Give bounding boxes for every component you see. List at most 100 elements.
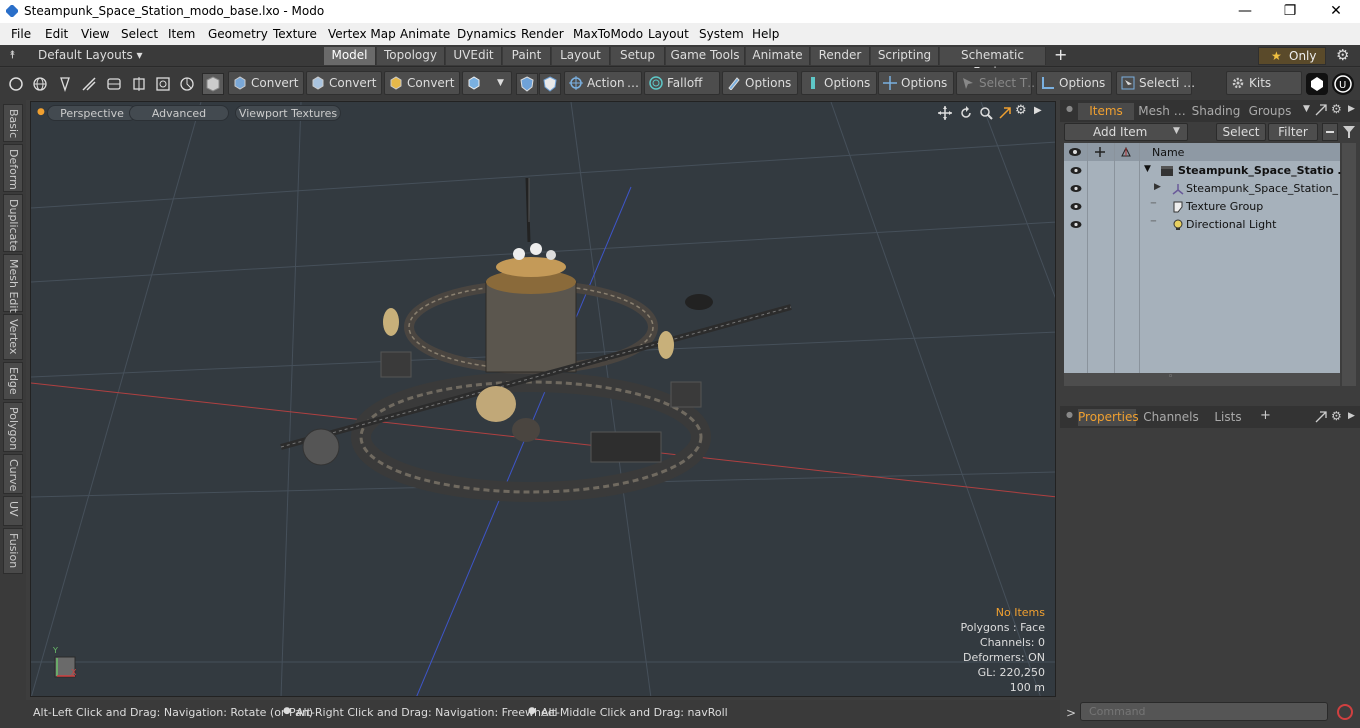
tab-lists[interactable]: Lists: [1204, 409, 1252, 426]
circle-select-icon[interactable]: [8, 76, 24, 92]
convert-button-3[interactable]: Convert: [384, 71, 460, 95]
tab-schematic-fusion[interactable]: Schematic Fusion: [940, 47, 1046, 79]
list-item-scene[interactable]: ▼ Steampunk_Space_Statio …: [1064, 162, 1349, 180]
tab-curve[interactable]: Curve: [3, 454, 23, 494]
tab-topology[interactable]: Topology: [377, 47, 445, 65]
tab-items[interactable]: Items: [1078, 103, 1134, 120]
add-item-dropdown[interactable]: Add Item ▼: [1064, 123, 1188, 141]
tab-model[interactable]: Model: [324, 47, 376, 65]
viewport-tab-perspective[interactable]: Perspective: [47, 105, 137, 121]
convert-button-1[interactable]: Convert: [228, 71, 304, 95]
tab-mesh-edit[interactable]: Mesh Edit: [3, 254, 23, 313]
filter-button[interactable]: Filter: [1268, 123, 1318, 141]
unreal-button[interactable]: U: [1332, 73, 1354, 95]
tab-deform[interactable]: Deform: [3, 144, 23, 192]
panel-maximize-icon[interactable]: [1315, 411, 1327, 423]
maximize-button[interactable]: ❐: [1267, 0, 1313, 23]
panel-maximize-icon[interactable]: [1315, 104, 1327, 116]
falloff-button[interactable]: Falloff: [644, 71, 720, 95]
visibility-eye-icon[interactable]: [1070, 184, 1082, 193]
tab-channels[interactable]: Channels: [1140, 409, 1202, 426]
list-item-directional-light[interactable]: ╶╴ Directional Light: [1064, 216, 1340, 234]
vertex-tool-icon[interactable]: [57, 76, 73, 92]
convert-button-2[interactable]: Convert: [306, 71, 382, 95]
tab-basic[interactable]: Basic: [3, 104, 23, 142]
menu-item[interactable]: Item: [168, 27, 195, 41]
tab-setup[interactable]: Setup: [611, 47, 665, 65]
select-button[interactable]: Select: [1216, 123, 1266, 141]
list-item-texture-group[interactable]: ╶╴ Texture Group: [1064, 198, 1340, 216]
tab-shading[interactable]: Shading: [1190, 103, 1242, 120]
tab-render[interactable]: Render: [811, 47, 870, 65]
edge-tool-icon[interactable]: [81, 76, 97, 92]
menu-dynamics[interactable]: Dynamics: [457, 27, 516, 41]
viewport-menu-dot-icon[interactable]: ●: [37, 107, 45, 117]
items-horizontal-scrollbar[interactable]: ◦: [1064, 372, 1340, 386]
panel-arrow-icon[interactable]: ▶: [1348, 411, 1355, 421]
default-layouts-dropdown[interactable]: Default Layouts ▾: [38, 48, 143, 62]
pan-icon[interactable]: [938, 106, 952, 120]
axes-icon[interactable]: [1120, 146, 1132, 158]
tab-layout[interactable]: Layout: [552, 47, 610, 65]
zoom-icon[interactable]: [979, 106, 993, 120]
items-vertical-scrollbar[interactable]: [1342, 143, 1356, 386]
viewport-expand-arrow-icon[interactable]: ▶: [1034, 105, 1042, 116]
tab-polygon[interactable]: Polygon: [3, 402, 23, 452]
collapse-arrow-icon[interactable]: ⯭: [9, 48, 16, 62]
action-center-button[interactable]: Action …: [564, 71, 642, 95]
menu-render[interactable]: Render: [521, 27, 564, 41]
close-button[interactable]: ✕: [1313, 0, 1359, 23]
kits-button[interactable]: Kits: [1226, 71, 1302, 95]
menu-animate[interactable]: Animate: [400, 27, 450, 41]
only-toggle[interactable]: ★ Only: [1258, 47, 1326, 65]
tab-uv[interactable]: UV: [3, 496, 23, 526]
visibility-eye-icon[interactable]: [1070, 166, 1082, 175]
gear-icon[interactable]: ⚙: [1336, 46, 1349, 64]
options-button-4[interactable]: Options: [1036, 71, 1112, 95]
menu-edit[interactable]: Edit: [45, 27, 68, 41]
add-panel-tab-button[interactable]: +: [1260, 408, 1271, 423]
menu-layout[interactable]: Layout: [648, 27, 689, 41]
tab-fusion[interactable]: Fusion: [3, 528, 23, 574]
selection-sets-button[interactable]: Selecti …: [1116, 71, 1195, 95]
menu-file[interactable]: File: [11, 27, 31, 41]
tab-edge[interactable]: Edge: [3, 362, 23, 400]
viewport-tab-advanced[interactable]: Advanced: [129, 105, 229, 121]
tab-scripting[interactable]: Scripting: [871, 47, 939, 65]
command-history-icon[interactable]: [1336, 703, 1354, 721]
maximize-viewport-icon[interactable]: [998, 106, 1012, 120]
tab-game-tools[interactable]: Game Tools: [666, 47, 745, 65]
viewport-tab-textures[interactable]: Viewport Textures: [235, 105, 341, 121]
menu-maxtomodo[interactable]: MaxToModo: [573, 27, 643, 41]
minimize-button[interactable]: —: [1222, 0, 1268, 23]
tabs-dropdown-icon[interactable]: ▼: [1303, 104, 1310, 114]
menu-geometry[interactable]: Geometry: [208, 27, 268, 41]
visibility-eye-icon[interactable]: [1070, 202, 1082, 211]
tab-uvedit[interactable]: UVEdit: [446, 47, 502, 65]
visibility-eye-icon[interactable]: [1068, 147, 1082, 157]
panel-gear-icon[interactable]: ⚙: [1331, 102, 1342, 116]
collapse-all-button[interactable]: [1322, 123, 1338, 141]
tab-paint[interactable]: Paint: [503, 47, 551, 65]
polygon-tool-icon[interactable]: [106, 76, 122, 92]
tab-mesh[interactable]: Mesh …: [1136, 103, 1188, 120]
funnel-filter-icon[interactable]: [1342, 125, 1356, 139]
globe-icon[interactable]: [32, 76, 48, 92]
expand-arrow-icon[interactable]: ▼: [1144, 164, 1151, 174]
command-input[interactable]: [1080, 702, 1328, 721]
list-item-mesh[interactable]: ▶ Steampunk_Space_Station_ …: [1064, 180, 1352, 198]
item-tool-icon[interactable]: [131, 76, 147, 92]
menu-select[interactable]: Select: [121, 27, 158, 41]
options-button-3[interactable]: Options: [878, 71, 954, 95]
add-tab-button[interactable]: +: [1054, 45, 1067, 64]
lock-pin-icon[interactable]: [1094, 146, 1106, 158]
unity-button[interactable]: [1306, 73, 1328, 95]
options-button-1[interactable]: Options: [722, 71, 798, 95]
symmetry-button[interactable]: [539, 73, 561, 95]
options-button-2[interactable]: Options: [801, 71, 877, 95]
menu-help[interactable]: Help: [752, 27, 779, 41]
tab-vertex[interactable]: Vertex: [3, 314, 23, 360]
viewport-settings-gear-icon[interactable]: ⚙: [1015, 103, 1027, 118]
rotate-view-icon[interactable]: [959, 106, 973, 120]
tab-duplicate[interactable]: Duplicate: [3, 194, 23, 252]
